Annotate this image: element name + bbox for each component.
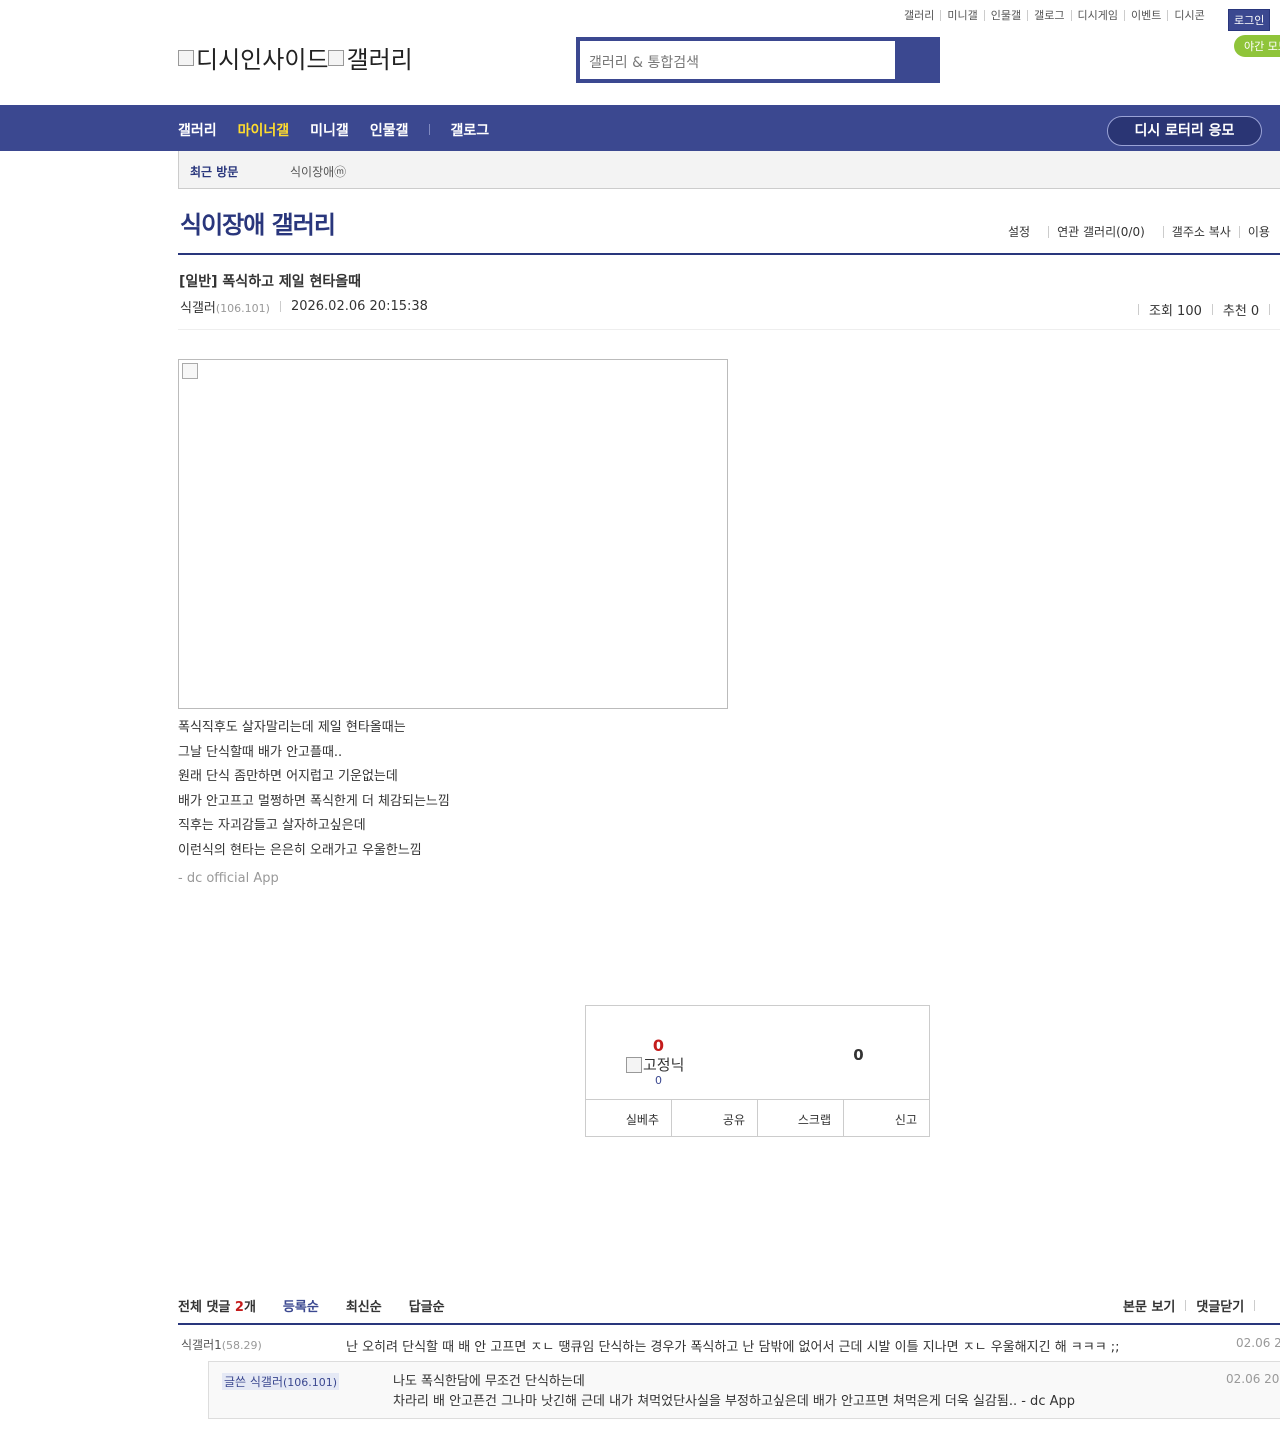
fixed-nick-count: 0 (655, 1074, 662, 1087)
reply-date: 02.06 20:4 (1226, 1372, 1280, 1386)
post-body-line: 원래 단식 좀만하면 어지럽고 기운없는데 (178, 769, 398, 784)
view-body-link[interactable]: 본문 보기 (1123, 1296, 1175, 1315)
scrap-button[interactable]: 스크랩 (757, 1100, 843, 1136)
gallery-settings-link[interactable]: 설정 (1000, 226, 1038, 238)
fixed-nick-label: 고정닉 (626, 1054, 684, 1075)
util-links: 갤러리 미니갤 인물갤 갤로그 디시게임 이벤트 디시콘 (898, 10, 1211, 21)
reply-line: 나도 폭식한담에 무조건 단식하는데 (393, 1374, 585, 1389)
comment-controls: 본문 보기 댓글닫기 (1123, 1296, 1265, 1315)
app-signature: - dc official App (178, 871, 279, 886)
gallery-menu: 설정 연관 갤러리(0/0) 갤주소 복사 이용 (1000, 226, 1278, 238)
post-title: [일반] 폭식하고 제일 현타올때 (179, 274, 361, 290)
post-views: 조회 100 (1149, 303, 1202, 319)
recommend-box: 0 고정닉 0 0 실베추 공유 스크랩 신고 (585, 1005, 930, 1137)
divider (1138, 303, 1139, 315)
comment-item: 식갤러1(58.29) 난 오히려 단식할 때 배 안 고프면 ㅈㄴ 땡큐임 단… (178, 1325, 1280, 1361)
broken-image-icon (178, 49, 194, 66)
report-button[interactable]: 신고 (843, 1100, 929, 1136)
comment-reply: 글쓴 식갤러(106.101) 나도 폭식한담에 무조건 단식하는데 차라리 배… (208, 1361, 1280, 1419)
post-body-line: 배가 안고프고 멀쩡하면 폭식한게 더 체감되는느낌 (178, 793, 450, 809)
reply-line: 차라리 배 안고픈건 그나마 낫긴해 근데 내가 쳐먹었단사실을 부정하고싶은데… (393, 1394, 1075, 1409)
search-box: 갤러리 & 통합검색 (576, 37, 940, 83)
util-link-dccon[interactable]: 디시콘 (1167, 10, 1210, 21)
login-button[interactable]: 로그인 (1228, 9, 1271, 31)
post-author[interactable]: 식갤러(106.101) (180, 297, 270, 316)
broken-image-icon (626, 1056, 642, 1073)
util-link-event[interactable]: 이벤트 (1123, 10, 1167, 21)
nav-persongal[interactable]: 인물갤 (370, 120, 409, 140)
util-link-persongal[interactable]: 인물갤 (983, 10, 1027, 21)
post-image[interactable] (178, 359, 728, 709)
divider (1254, 1300, 1256, 1311)
logo-gallery[interactable]: 갤러리 (328, 40, 413, 75)
best-recommend-button[interactable]: 실베추 (586, 1100, 671, 1136)
divider (178, 253, 1280, 255)
downvote-count[interactable]: 0 (786, 1046, 931, 1064)
nav-minigal[interactable]: 미니갤 (310, 120, 349, 140)
nav-gallery[interactable]: 갤러리 (178, 120, 217, 140)
divider (1211, 303, 1213, 315)
close-comments-link[interactable]: 댓글닫기 (1196, 1296, 1244, 1315)
sort-replies[interactable]: 답글순 (409, 1296, 445, 1315)
recent-visit-bar: 최근 방문 식이장애ⓜ (178, 151, 1280, 189)
logo-dcinside[interactable]: 디시인사이드 (178, 40, 328, 75)
post-body-line: 폭식직후도 살자말리는데 제일 현타올때는 (178, 720, 406, 735)
usage-link[interactable]: 이용 (1238, 226, 1278, 238)
global-nav: 갤러리 마이너갤 미니갤 인물갤 갤로그 디시 로터리 응모 (0, 105, 1280, 151)
post-datetime: 2026.02.06 20:15:38 (290, 299, 428, 314)
sort-latest[interactable]: 최신순 (346, 1296, 382, 1315)
post-body-line: 이런식의 현타는 은은히 오래가고 우울한느낌 (178, 842, 422, 858)
sort-registered[interactable]: 등록순 (283, 1296, 319, 1315)
recent-visit-title: 최근 방문 (190, 165, 239, 179)
post-body-line: 직후는 자괴감들고 살자하고싶은데 (178, 818, 366, 833)
upvote-count[interactable]: 0 (586, 1036, 731, 1055)
broken-image-icon (328, 49, 345, 66)
recommend-actions: 실베추 공유 스크랩 신고 (586, 1099, 929, 1136)
comment-total: 전체 댓글 2개 (178, 1300, 256, 1315)
comment-text: 난 오히려 단식할 때 배 안 고프면 ㅈㄴ 땡큐임 단식하는 경우가 폭식하고… (346, 1340, 1120, 1355)
post-body-line: 그날 단식할때 배가 안고플때.. (178, 744, 343, 760)
search-input[interactable]: 갤러리 & 통합검색 (580, 41, 895, 79)
comment-author[interactable]: 식갤러1(58.29) (181, 1336, 262, 1353)
share-button[interactable]: 공유 (671, 1100, 757, 1136)
divider (1269, 303, 1271, 315)
divider (178, 329, 1280, 330)
nav-minorgal[interactable]: 마이너갤 (238, 120, 290, 140)
gallery-title[interactable]: 식이장애 갤러리 (180, 205, 336, 240)
recent-visit-item[interactable]: 식이장애ⓜ (290, 163, 346, 180)
post-stats: 조회 100 추천 0 (1128, 299, 1280, 319)
util-link-dcgame[interactable]: 디시게임 (1070, 10, 1124, 21)
post-body: 폭식직후도 살자말리는데 제일 현타올때는 그날 단식할때 배가 안고플때.. … (178, 716, 450, 863)
site-logo[interactable]: 디시인사이드 갤러리 (178, 40, 413, 75)
util-link-minigal[interactable]: 미니갤 (940, 10, 983, 21)
lotto-button[interactable]: 디시 로터리 응모 (1107, 116, 1262, 146)
post-info: 식갤러(106.101) 2026.02.06 20:15:38 (180, 297, 428, 316)
util-link-gallog[interactable]: 갤로그 (1027, 10, 1070, 21)
comment-date: 02.06 20: (1236, 1336, 1280, 1350)
related-gallery-link[interactable]: 연관 갤러리(0/0) (1048, 226, 1153, 238)
nav-gallog[interactable]: 갤로그 (450, 120, 489, 140)
nav-divider (429, 124, 431, 135)
divider (1185, 1300, 1187, 1311)
post-recommend-count: 추천 0 (1222, 303, 1260, 319)
night-mode-button[interactable]: 야간 모드 (1234, 35, 1280, 57)
broken-image-icon (182, 363, 198, 379)
comment-header: 전체 댓글 2개 등록순 최신순 답글순 (178, 1296, 445, 1315)
reply-author[interactable]: 글쓴 식갤러(106.101) (222, 1373, 340, 1390)
reply-text: 나도 폭식한담에 무조건 단식하는데 차라리 배 안고픈건 그나마 낫긴해 근데… (393, 1372, 1075, 1412)
copy-address-link[interactable]: 갤주소 복사 (1162, 226, 1239, 238)
divider (279, 301, 281, 312)
util-link-gallery[interactable]: 갤러리 (898, 10, 940, 21)
